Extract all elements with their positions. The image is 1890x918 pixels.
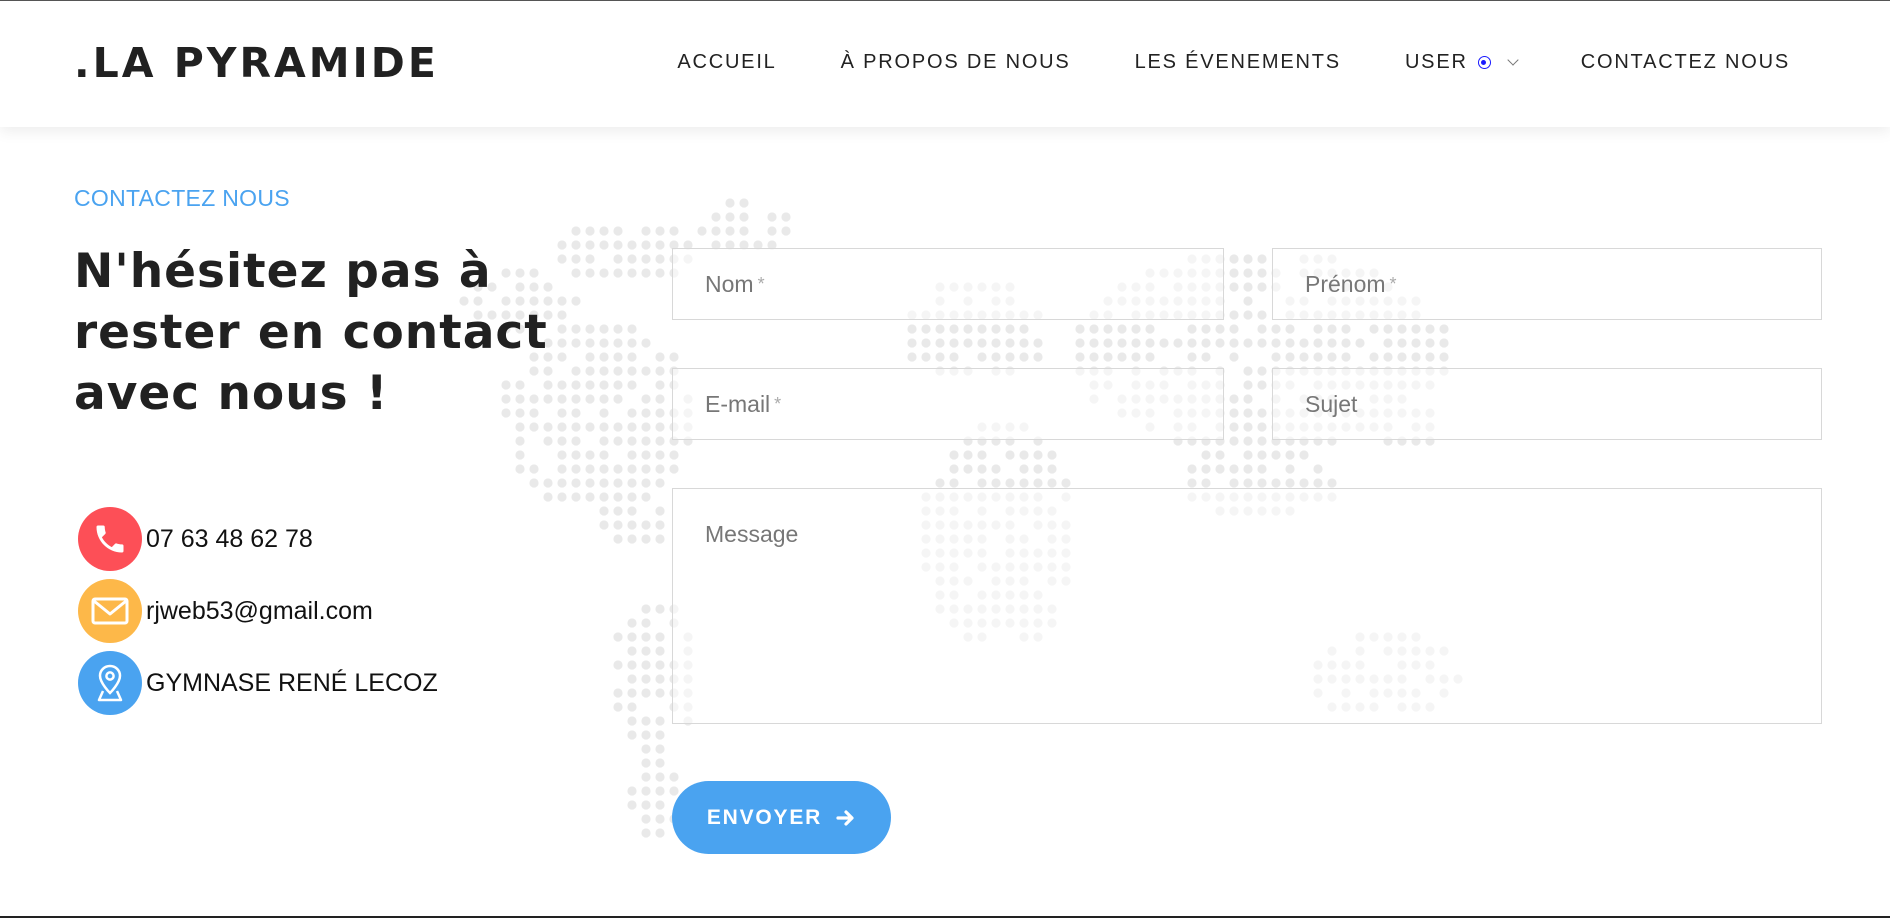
phone-number[interactable]: 07 63 48 62 78 [146,525,313,554]
contact-location: GYMNASE RENÉ LECOZ [78,651,438,715]
email-input[interactable]: E-mail * [672,368,1224,440]
site-header: .LA PYRAMIDE ACCUEIL À PROPOS DE NOUS LE… [0,1,1890,127]
nav-a-propos[interactable]: À PROPOS DE NOUS [841,51,1071,74]
message-textarea[interactable]: Message [672,488,1822,724]
mail-icon [78,579,142,643]
submit-button[interactable]: ENVOYER [672,781,891,854]
email-address[interactable]: rjweb53@gmail.com [146,597,373,626]
phone-icon [78,507,142,571]
chevron-down-icon [1507,53,1519,66]
title-line-2: rester en contact [74,305,548,360]
main-nav: ACCUEIL À PROPOS DE NOUS LES ÉVENEMENTS … [677,51,1790,74]
nom-required-mark: * [757,273,765,294]
section-label: CONTACTEZ NOUS [74,185,290,211]
nom-placeholder: Nom [705,270,754,297]
sujet-input[interactable]: Sujet [1272,368,1822,440]
arrow-right-icon [836,809,854,826]
location-icon [78,651,142,715]
title-line-1: N'hésitez pas à [74,244,492,299]
title-line-3: avec nous ! [74,366,389,421]
email-required-mark: * [774,393,782,414]
nom-input[interactable]: Nom * [672,248,1224,320]
nav-user-label: USER [1404,51,1468,73]
nav-evenements[interactable]: LES ÉVENEMENTS [1135,51,1341,74]
contact-email: rjweb53@gmail.com [78,579,438,643]
contact-phone: 07 63 48 62 78 [78,507,438,571]
nav-accueil[interactable]: ACCUEIL [677,51,776,74]
message-placeholder: Message [705,521,799,547]
sujet-placeholder: Sujet [1305,390,1358,417]
contact-info-list: 07 63 48 62 78 rjweb53@gmail.com GYMNASE… [78,507,438,723]
prenom-input[interactable]: Prénom * [1272,248,1822,320]
submit-label: ENVOYER [706,805,823,829]
page-title: N'hésitez pas à rester en contact avec n… [74,241,594,424]
email-placeholder: E-mail [705,390,771,417]
location-address: GYMNASE RENÉ LECOZ [146,668,438,697]
nav-contactez-nous[interactable]: CONTACTEZ NOUS [1581,51,1790,74]
prenom-required-mark: * [1389,273,1397,294]
user-status-icon [1477,56,1491,69]
contact-page: .LA PYRAMIDE ACCUEIL À PROPOS DE NOUS LE… [0,0,1890,918]
prenom-placeholder: Prénom [1305,270,1386,297]
site-logo[interactable]: .LA PYRAMIDE [74,39,439,87]
nav-user-dropdown[interactable]: USER [1404,51,1519,74]
